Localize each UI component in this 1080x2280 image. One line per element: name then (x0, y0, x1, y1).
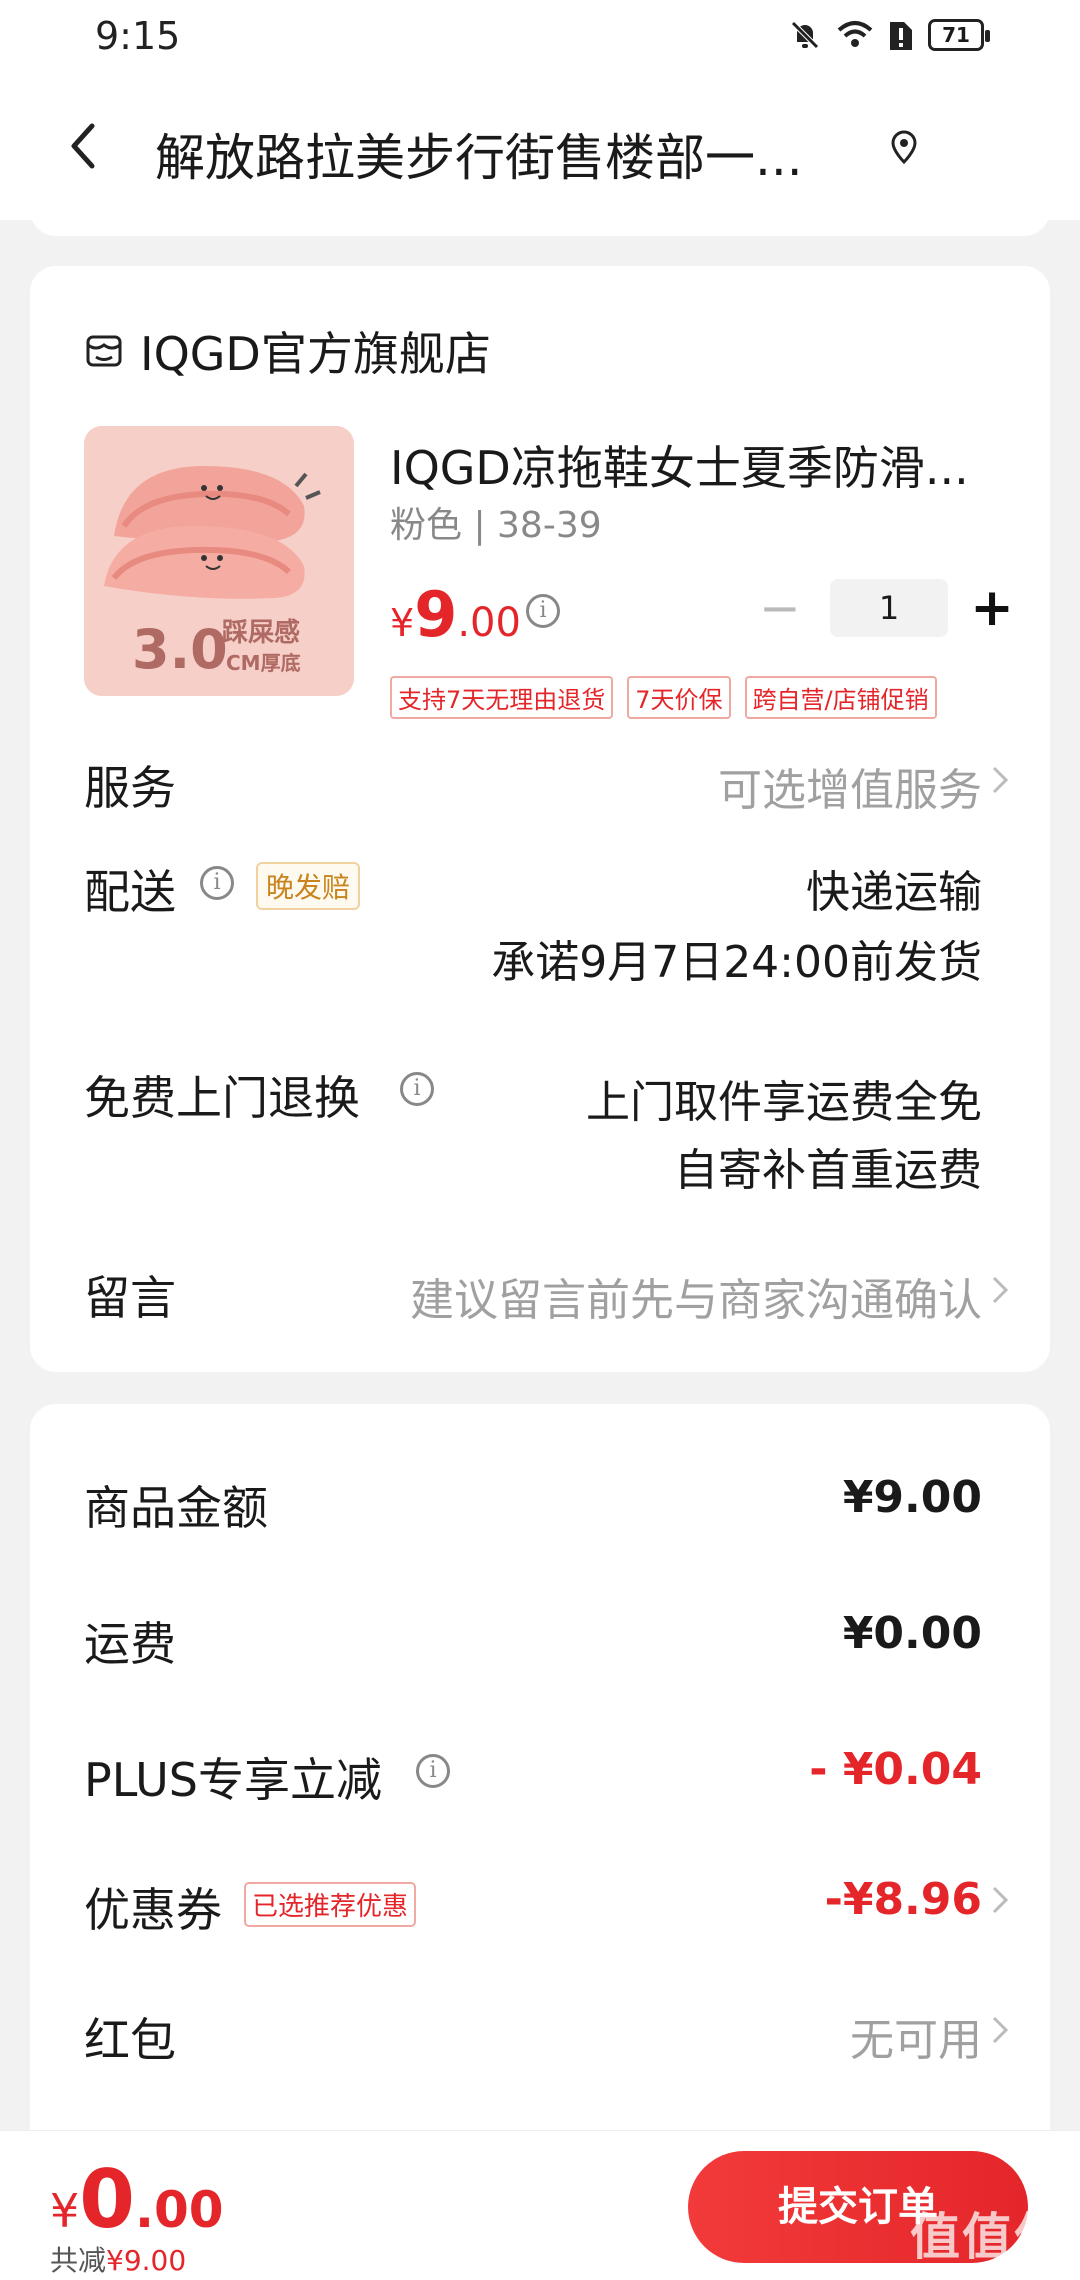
delivery-promise: 承诺9月7日24:00前发货 (491, 937, 982, 988)
chevron-right-icon[interactable] (988, 760, 1012, 800)
return-info-icon[interactable]: i (400, 1072, 434, 1106)
tag-price-protect: 7天价保 (627, 676, 731, 719)
late-delivery-badge: 晚发赔 (256, 862, 361, 910)
message-input[interactable]: 建议留言前先与商家沟通确认 (410, 1264, 982, 1328)
image-text-1: 踩屎感 (222, 618, 300, 648)
coupon-value[interactable]: -¥8.96 (825, 1874, 982, 1925)
free-return-label: 免费上门退换 (84, 1071, 360, 1125)
decrease-button[interactable]: − (750, 579, 810, 637)
chevron-right-icon[interactable] (988, 2010, 1012, 2050)
order-item-card: IQGD官方旗舰店 3.0 踩屎感 CM厚底 IQGD凉拖鞋女士夏季防滑... … (30, 266, 1050, 1372)
product-image[interactable]: 3.0 踩屎感 CM厚底 (84, 426, 354, 696)
return-line-1: 上门取件享运费全免 (586, 1077, 982, 1128)
slipper-illustration: 3.0 踩屎感 CM厚底 (84, 426, 354, 696)
address-card-bottom (30, 190, 1050, 236)
mute-bell-icon (791, 21, 819, 49)
price-info-icon[interactable]: i (526, 594, 560, 628)
red-packet-value[interactable]: 无可用 (850, 2004, 982, 2068)
delivery-method[interactable]: 快递运输 (806, 856, 982, 920)
image-text-big: 3.0 (132, 618, 228, 681)
shipping-value: ¥0.00 (842, 1608, 982, 1659)
total-price: ¥ 0 .00 (50, 2153, 224, 2246)
quantity-stepper: − 1 + (750, 578, 1022, 638)
tag-7day-return: 支持7天无理由退货 (390, 676, 614, 719)
battery-icon: 71 (928, 19, 990, 51)
goods-amount-label: 商品金额 (84, 1481, 268, 1535)
watermark-logo: 值值值 zhizhizhi.com (910, 2208, 1066, 2280)
status-icons: 71 (788, 18, 990, 52)
checkout-bar: ¥ 0 .00 共减¥9.00 提交订单 值值值 zhizhizhi.com (0, 2130, 1080, 2280)
chevron-right-icon[interactable] (988, 1880, 1012, 1920)
product-spec[interactable]: 粉色 | 38-39 (390, 496, 602, 548)
plus-discount-value: - ¥0.04 (809, 1744, 982, 1795)
total-saved: 共减¥9.00 (50, 2244, 187, 2277)
plus-discount-label: PLUS专享立减 (84, 1753, 382, 1807)
plus-info-icon[interactable]: i (416, 1754, 450, 1788)
delivery-label: 配送 (84, 865, 176, 919)
shop-icon (86, 335, 122, 367)
delivery-address-title[interactable]: 解放路拉美步行街售楼部一... (155, 118, 875, 190)
return-line-2: 自寄补首重运费 (674, 1145, 982, 1196)
quantity-input[interactable]: 1 (830, 579, 948, 637)
red-packet-label: 红包 (84, 2013, 176, 2067)
status-bar: 9:15 71 (0, 0, 1080, 80)
product-tags: 支持7天无理由退货 7天价保 跨自营/店铺促销 (390, 676, 937, 719)
coupon-badge: 已选推荐优惠 (244, 1882, 417, 1927)
back-arrow-icon[interactable] (58, 116, 118, 176)
service-value[interactable]: 可选增值服务 (718, 754, 982, 818)
increase-button[interactable]: + (962, 578, 1022, 638)
shop-header[interactable]: IQGD官方旗舰店 (84, 318, 491, 384)
product-title[interactable]: IQGD凉拖鞋女士夏季防滑... (390, 432, 1010, 498)
message-label: 留言 (84, 1271, 176, 1325)
tag-promotion: 跨自营/店铺促销 (744, 676, 937, 719)
coupon-label: 优惠券 (84, 1883, 222, 1937)
status-time: 9:15 (95, 14, 181, 58)
chevron-right-icon[interactable] (988, 1270, 1012, 1310)
service-label: 服务 (84, 761, 176, 815)
shipping-label: 运费 (84, 1617, 176, 1671)
shop-name: IQGD官方旗舰店 (140, 327, 491, 381)
location-pin-icon[interactable] (884, 128, 924, 168)
image-text-2: CM厚底 (226, 651, 301, 675)
delivery-info-icon[interactable]: i (200, 866, 234, 900)
sim-alert-icon (890, 22, 912, 50)
goods-amount-value: ¥9.00 (842, 1472, 982, 1523)
product-price: ¥ 9 .00 (390, 578, 521, 651)
wifi-icon (837, 21, 873, 47)
